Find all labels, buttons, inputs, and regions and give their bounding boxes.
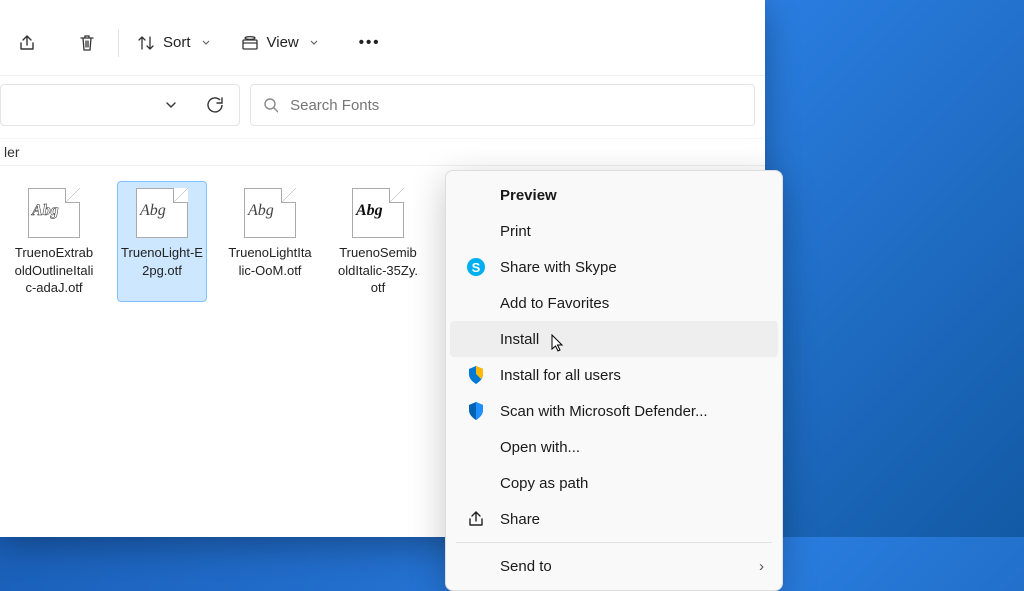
more-icon: ••• — [359, 34, 381, 51]
refresh-icon — [206, 96, 224, 114]
chevron-down-icon — [201, 38, 211, 48]
context-menu-item[interactable]: Open with... — [450, 429, 778, 465]
more-button[interactable]: ••• — [345, 22, 395, 64]
share-icon — [464, 507, 488, 531]
search-input[interactable] — [290, 97, 742, 114]
chevron-right-icon: › — [759, 558, 764, 575]
refresh-button[interactable] — [197, 87, 233, 123]
view-icon — [241, 34, 259, 52]
context-menu-label: Scan with Microsoft Defender... — [500, 403, 708, 420]
context-menu-label: Share with Skype — [500, 259, 617, 276]
font-file-icon: Abg — [348, 186, 408, 240]
file-label: TruenoLight-E2pg.otf — [118, 244, 206, 283]
share-icon — [17, 33, 37, 53]
font-file-icon: Abg — [132, 186, 192, 240]
file-item[interactable]: AbgTruenoExtraboldOutlineItalic-adaJ.otf — [10, 182, 98, 301]
file-item[interactable]: Abg TruenoLight-E2pg.otf — [118, 182, 206, 301]
view-label: View — [267, 34, 299, 51]
context-menu-item[interactable]: Share — [450, 501, 778, 537]
delete-button[interactable] — [66, 22, 108, 64]
chevron-down-icon — [164, 98, 178, 112]
search-box[interactable] — [250, 84, 755, 126]
context-menu-item[interactable]: Preview — [450, 177, 778, 213]
file-label: TruenoLightItalic-OoM.otf — [226, 244, 314, 283]
subheader-label: ler — [0, 144, 24, 160]
address-bar[interactable] — [0, 84, 240, 126]
file-label: TruenoExtraboldOutlineItalic-adaJ.otf — [10, 244, 98, 301]
context-menu-label: Open with... — [500, 439, 580, 456]
address-dropdown[interactable] — [153, 87, 189, 123]
sort-button[interactable]: Sort — [129, 22, 219, 64]
chevron-down-icon — [309, 38, 319, 48]
title-bar — [0, 0, 765, 10]
context-menu-label: Send to — [500, 558, 552, 575]
context-menu-label: Install — [500, 331, 539, 348]
view-button[interactable]: View — [233, 22, 327, 64]
context-menu-item[interactable]: Install for all users — [450, 357, 778, 393]
file-label: TruenoSemiboldItalic-35Zy.otf — [334, 244, 422, 301]
separator — [456, 542, 772, 543]
trash-icon — [77, 33, 97, 53]
context-menu-label: Install for all users — [500, 367, 621, 384]
close-button[interactable] — [707, 0, 765, 10]
svg-text:S: S — [472, 260, 481, 275]
context-menu-label: Add to Favorites — [500, 295, 609, 312]
command-bar: Sort View ••• — [0, 10, 765, 76]
file-item[interactable]: Abg TruenoLightItalic-OoM.otf — [226, 182, 314, 301]
context-menu-item[interactable]: Scan with Microsoft Defender... — [450, 393, 778, 429]
context-menu-label: Copy as path — [500, 475, 588, 492]
font-file-icon: Abg — [24, 186, 84, 240]
search-icon — [263, 97, 278, 113]
shield-icon — [464, 399, 488, 423]
column-header[interactable]: ler — [0, 138, 765, 166]
context-menu-item[interactable]: Install — [450, 321, 778, 357]
context-menu-label: Print — [500, 223, 531, 240]
share-button[interactable] — [6, 22, 48, 64]
address-row — [0, 76, 765, 138]
skype-icon: S — [464, 255, 488, 279]
separator — [118, 29, 119, 57]
context-menu-item[interactable]: S Share with Skype — [450, 249, 778, 285]
context-menu-item[interactable]: Print — [450, 213, 778, 249]
context-menu-item[interactable]: Add to Favorites — [450, 285, 778, 321]
context-menu-item[interactable]: Copy as path — [450, 465, 778, 501]
file-item[interactable]: AbgTruenoSemiboldItalic-35Zy.otf — [334, 182, 422, 301]
font-file-icon: Abg — [240, 186, 300, 240]
sort-icon — [137, 34, 155, 52]
context-menu-label: Preview — [500, 187, 557, 204]
cursor-icon — [551, 334, 569, 352]
context-menu: Preview Print S Share with Skype Add to Favo… — [445, 170, 783, 591]
sort-label: Sort — [163, 34, 191, 51]
shield-icon — [464, 363, 488, 387]
context-menu-item-submenu[interactable]: Send to › — [450, 548, 778, 584]
maximize-button[interactable] — [649, 0, 707, 10]
context-menu-label: Share — [500, 511, 540, 528]
